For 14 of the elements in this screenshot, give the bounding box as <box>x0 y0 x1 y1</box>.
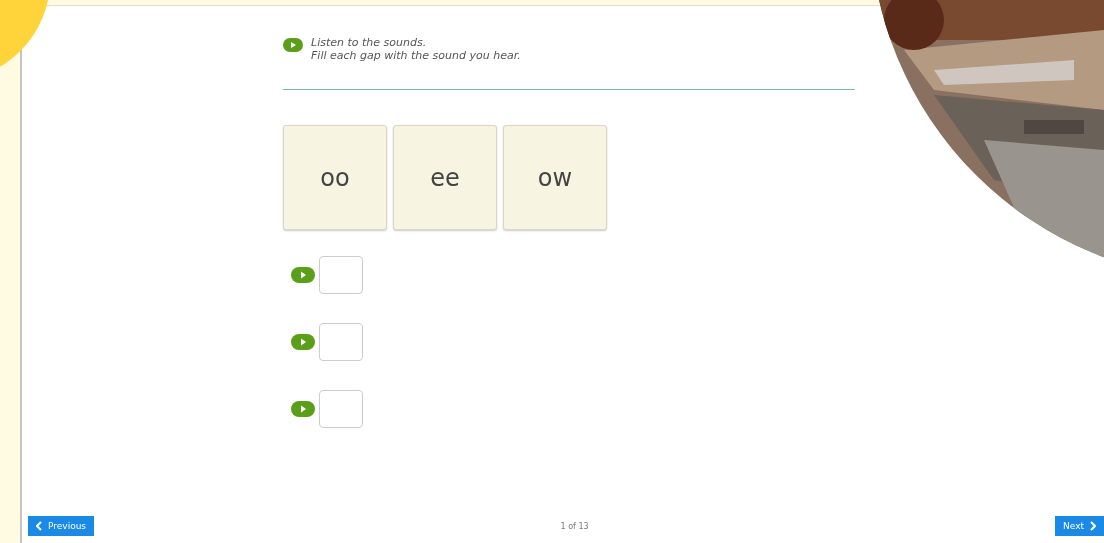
instruction-text: Fill each gap with the sound you hear. <box>311 49 521 62</box>
previous-button[interactable]: Previous <box>28 516 95 536</box>
page-counter: 1 of 13 <box>560 521 589 531</box>
sound-tile[interactable]: oo <box>283 125 387 230</box>
play-icon[interactable] <box>291 401 315 417</box>
sound-tile[interactable]: ee <box>393 125 497 230</box>
play-icon[interactable] <box>283 38 303 52</box>
chevron-right-icon <box>1090 521 1096 531</box>
play-icon[interactable] <box>291 267 315 283</box>
instruction-text: Listen to the sounds. <box>311 36 428 49</box>
sound-tile[interactable]: ow <box>503 125 607 230</box>
chevron-left-icon <box>36 521 42 531</box>
next-button[interactable]: Next <box>1055 516 1104 536</box>
play-icon[interactable] <box>291 334 315 350</box>
